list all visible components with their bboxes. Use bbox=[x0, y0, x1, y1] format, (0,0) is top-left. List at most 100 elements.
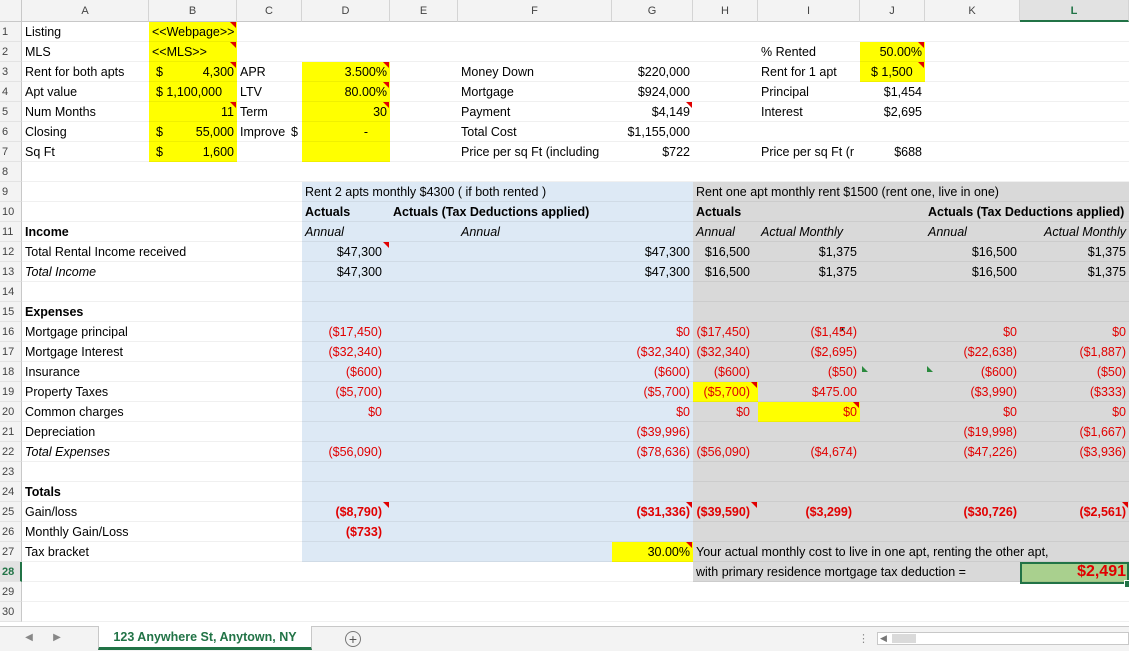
row-header-25[interactable]: 25 bbox=[0, 502, 22, 522]
cell-h10[interactable]: Actuals bbox=[696, 202, 741, 222]
row-header-8[interactable]: 8 bbox=[0, 162, 22, 182]
cell-a7[interactable]: Sq Ft bbox=[25, 142, 55, 162]
cell-a24[interactable]: Totals bbox=[25, 482, 61, 502]
comment-indicator-icon[interactable] bbox=[1122, 502, 1128, 508]
comment-indicator-icon[interactable] bbox=[230, 42, 236, 48]
cell-a2[interactable]: MLS bbox=[25, 42, 51, 62]
cell-l11[interactable]: Actual Monthly bbox=[1044, 222, 1126, 242]
column-header-g[interactable]: G bbox=[612, 0, 693, 22]
cell-c4[interactable]: LTV bbox=[240, 82, 262, 102]
cell-g22[interactable]: ($78,636) bbox=[636, 442, 690, 462]
row-header-19[interactable]: 19 bbox=[0, 382, 22, 402]
cell-a3[interactable]: Rent for both apts bbox=[25, 62, 124, 82]
cell-i22[interactable]: ($4,674) bbox=[810, 442, 857, 462]
next-sheet-icon[interactable]: ▶ bbox=[50, 631, 64, 645]
comment-indicator-icon[interactable] bbox=[751, 502, 757, 508]
cell-b7-cur[interactable]: $ bbox=[156, 142, 163, 162]
cell-h18[interactable]: ($600) bbox=[714, 362, 750, 382]
cell-a22[interactable]: Total Expenses bbox=[25, 442, 110, 462]
row-header-30[interactable]: 30 bbox=[0, 602, 22, 622]
cell-d25[interactable]: ($8,790) bbox=[335, 502, 382, 522]
cell-k13[interactable]: $16,500 bbox=[972, 262, 1017, 282]
comment-indicator-icon[interactable] bbox=[230, 22, 236, 28]
cell-l18[interactable]: ($50) bbox=[1097, 362, 1126, 382]
cell-h17[interactable]: ($32,340) bbox=[696, 342, 750, 362]
cell-j2[interactable]: 50.00% bbox=[880, 42, 922, 62]
row-header-14[interactable]: 14 bbox=[0, 282, 22, 302]
horizontal-scrollbar[interactable]: ◀ bbox=[877, 632, 1129, 645]
cell-k22[interactable]: ($47,226) bbox=[963, 442, 1017, 462]
cell-h9[interactable]: Rent one apt monthly rent $1500 (rent on… bbox=[696, 182, 999, 202]
cell-k10[interactable]: Actuals (Tax Deductions applied) bbox=[928, 202, 1124, 222]
cell-h28[interactable]: with primary residence mortgage tax dedu… bbox=[696, 562, 966, 582]
cell-g7[interactable]: $722 bbox=[662, 142, 690, 162]
cell-i7[interactable]: Price per sq Ft (r bbox=[761, 142, 859, 162]
cell-d17[interactable]: ($32,340) bbox=[328, 342, 382, 362]
cell-h19[interactable]: ($5,700) bbox=[703, 382, 750, 402]
comment-indicator-icon[interactable] bbox=[383, 62, 389, 68]
cell-g4[interactable]: $924,000 bbox=[638, 82, 690, 102]
cell-b7[interactable]: 1,600 bbox=[203, 142, 234, 162]
row-header-20[interactable]: 20 bbox=[0, 402, 22, 422]
comment-indicator-icon[interactable] bbox=[230, 102, 236, 108]
cell-a21[interactable]: Depreciation bbox=[25, 422, 95, 442]
error-indicator-icon[interactable] bbox=[927, 366, 933, 372]
cell-e10[interactable]: Actuals (Tax Deductions applied) bbox=[393, 202, 589, 222]
cell-a13[interactable]: Total Income bbox=[25, 262, 96, 282]
cell-l21[interactable]: ($1,667) bbox=[1079, 422, 1126, 442]
cell-h20[interactable]: $0 bbox=[736, 402, 750, 422]
cell-d9[interactable]: Rent 2 apts monthly $4300 ( if both rent… bbox=[305, 182, 546, 202]
cell-b6[interactable]: 55,000 bbox=[196, 122, 234, 142]
cell-g19[interactable]: ($5,700) bbox=[643, 382, 690, 402]
cell-a18[interactable]: Insurance bbox=[25, 362, 80, 382]
cell-i11[interactable]: Actual Monthly bbox=[761, 222, 843, 242]
cell-l17[interactable]: ($1,887) bbox=[1079, 342, 1126, 362]
row-header-10[interactable]: 10 bbox=[0, 202, 22, 222]
column-header-f[interactable]: F bbox=[458, 0, 612, 22]
cell-j3[interactable]: $ 1,500 bbox=[871, 62, 913, 82]
cell-d10[interactable]: Actuals bbox=[305, 202, 350, 222]
cell-j5[interactable]: $2,695 bbox=[884, 102, 922, 122]
cell-i16[interactable]: ($1,454) bbox=[810, 322, 857, 342]
cell-i4[interactable]: Principal bbox=[761, 82, 809, 102]
comment-indicator-icon[interactable] bbox=[383, 82, 389, 88]
row-header-27[interactable]: 27 bbox=[0, 542, 22, 562]
row-header-24[interactable]: 24 bbox=[0, 482, 22, 502]
cell-a11[interactable]: Income bbox=[25, 222, 69, 242]
cell-l13[interactable]: $1,375 bbox=[1088, 262, 1126, 282]
cell-d4[interactable]: 80.00% bbox=[345, 82, 387, 102]
cell-g3[interactable]: $220,000 bbox=[638, 62, 690, 82]
column-header-i[interactable]: I bbox=[758, 0, 860, 22]
cell-b1[interactable]: <<Webpage>> bbox=[152, 22, 234, 42]
row-header-12[interactable]: 12 bbox=[0, 242, 22, 262]
cell-h11[interactable]: Annual bbox=[696, 222, 735, 242]
cell-h22[interactable]: ($56,090) bbox=[696, 442, 750, 462]
row-header-29[interactable]: 29 bbox=[0, 582, 22, 602]
comment-indicator-icon[interactable] bbox=[918, 42, 924, 48]
comment-indicator-icon[interactable] bbox=[230, 62, 236, 68]
add-sheet-icon[interactable]: + bbox=[345, 631, 361, 647]
cell-c6[interactable]: Improve bbox=[240, 122, 285, 142]
row-header-11[interactable]: 11 bbox=[0, 222, 22, 242]
cell-d13[interactable]: $47,300 bbox=[337, 262, 382, 282]
cell-h25[interactable]: ($39,590) bbox=[696, 502, 750, 522]
cell-i2[interactable]: % Rented bbox=[761, 42, 816, 62]
cell-g27[interactable]: 30.00% bbox=[648, 542, 690, 562]
cell-f5[interactable]: Payment bbox=[461, 102, 510, 122]
cell-d12[interactable]: $47,300 bbox=[337, 242, 382, 262]
cell-b2[interactable]: <<MLS>> bbox=[152, 42, 207, 62]
column-header-e[interactable]: E bbox=[390, 0, 458, 22]
cell-c5[interactable]: Term bbox=[240, 102, 268, 122]
cell-i13[interactable]: $1,375 bbox=[819, 262, 857, 282]
cell-d22[interactable]: ($56,090) bbox=[328, 442, 382, 462]
cell-d11[interactable]: Annual bbox=[305, 222, 344, 242]
cell-i17[interactable]: ($2,695) bbox=[810, 342, 857, 362]
cell-a6[interactable]: Closing bbox=[25, 122, 67, 142]
cell-d3[interactable]: 3.500% bbox=[345, 62, 387, 82]
select-all-corner[interactable] bbox=[0, 0, 22, 22]
cell-d26[interactable]: ($733) bbox=[346, 522, 382, 542]
comment-indicator-icon[interactable] bbox=[853, 402, 859, 408]
cell-a15[interactable]: Expenses bbox=[25, 302, 83, 322]
row-header-4[interactable]: 4 bbox=[0, 82, 22, 102]
cell-d16[interactable]: ($17,450) bbox=[328, 322, 382, 342]
